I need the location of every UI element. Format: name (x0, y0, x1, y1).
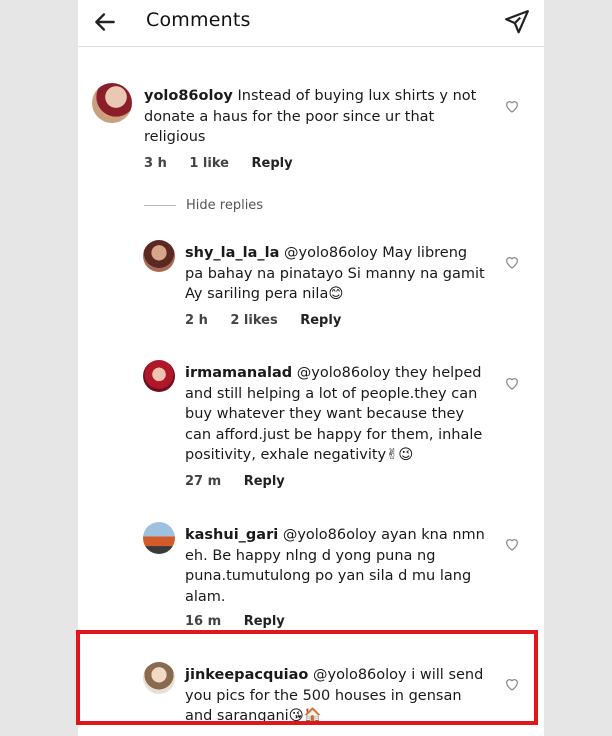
avatar[interactable] (92, 83, 132, 123)
arrow-left-icon[interactable] (92, 9, 118, 35)
comment-meta: 3 h 1 like Reply (144, 156, 311, 171)
reply-time: 2 h (185, 313, 208, 328)
reply-meta: 2 h 2 likes Reply (185, 313, 359, 328)
reply-meta: 16 m Reply (185, 614, 303, 629)
comment-likes[interactable]: 1 like (189, 156, 229, 171)
reply-time: 27 m (185, 474, 222, 489)
heart-icon[interactable] (504, 536, 520, 552)
reply-text: irmamanalad @yolo86oloy they helped and … (185, 363, 485, 466)
reply-button[interactable]: Reply (252, 156, 293, 171)
reply-meta: 27 m Reply (185, 474, 303, 489)
reply-text: shy_la_la_la @yolo86oloy May libreng pa … (185, 243, 485, 305)
comment-text: yolo86oloy Instead of buying lux shirts … (144, 86, 484, 148)
reply-likes[interactable]: 2 likes (230, 313, 277, 328)
reply-time: 16 m (185, 614, 222, 629)
reply-button[interactable]: Reply (244, 614, 285, 629)
paper-plane-icon[interactable] (504, 9, 530, 35)
avatar[interactable] (143, 360, 175, 392)
hide-replies-button[interactable]: Hide replies (144, 198, 263, 213)
reply-button[interactable]: Reply (244, 474, 285, 489)
heart-icon[interactable] (504, 98, 520, 114)
header-bar: Comments (78, 0, 544, 47)
reply-text: kashui_gari @yolo86oloy ayan kna nmn eh.… (185, 525, 485, 607)
comment-time: 3 h (144, 156, 167, 171)
reply-username[interactable]: kashui_gari (185, 527, 278, 543)
reply-username[interactable]: shy_la_la_la (185, 245, 279, 261)
highlight-box (76, 630, 538, 725)
avatar[interactable] (143, 240, 175, 272)
heart-icon[interactable] (504, 254, 520, 270)
hide-replies-label: Hide replies (186, 198, 264, 213)
avatar[interactable] (143, 522, 175, 554)
comment-username[interactable]: yolo86oloy (144, 88, 233, 104)
reply-username[interactable]: irmamanalad (185, 365, 292, 381)
page-title: Comments (146, 9, 251, 31)
comments-screen: Comments yolo86oloy Instead of buying lu… (78, 0, 544, 736)
heart-icon[interactable] (504, 375, 520, 391)
reply-button[interactable]: Reply (300, 313, 341, 328)
divider (144, 205, 176, 206)
